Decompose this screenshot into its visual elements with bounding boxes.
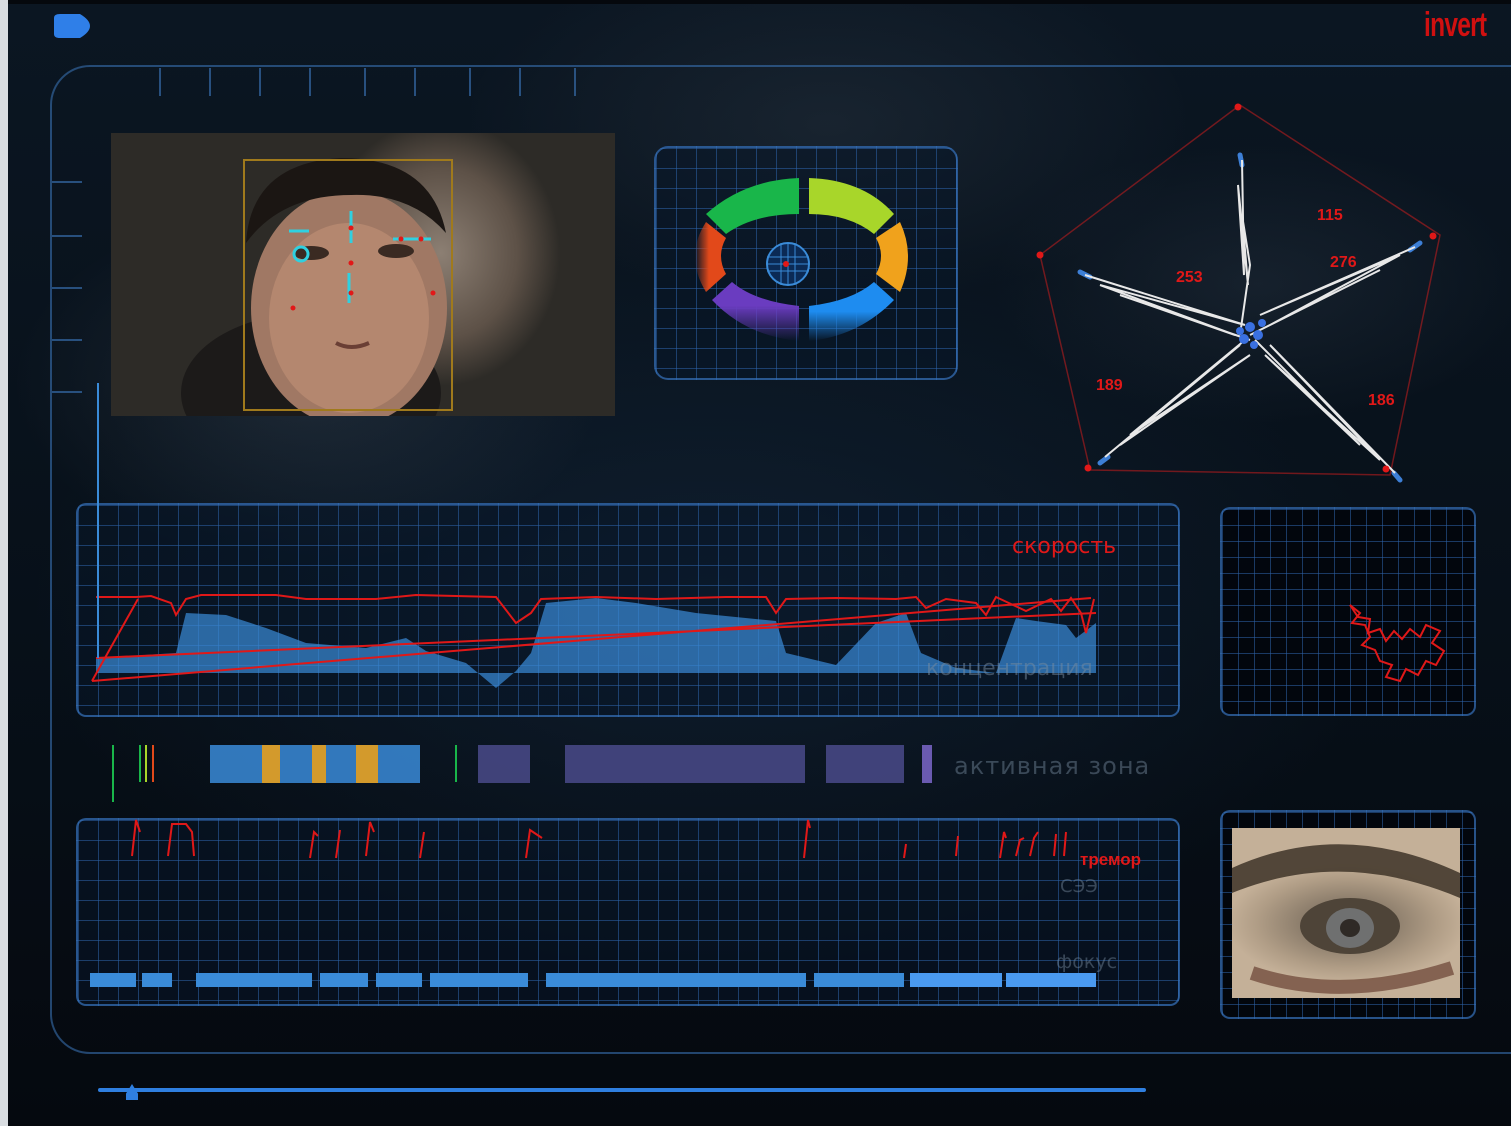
active-zone-bars xyxy=(112,745,932,802)
star-value-4: 189 xyxy=(1096,377,1123,394)
star-plot: 115 276 186 189 253 xyxy=(1036,103,1441,483)
wheel-segment-red xyxy=(695,222,726,292)
top-ruler xyxy=(159,68,576,96)
blue-tab-icon[interactable] xyxy=(52,14,92,40)
focus-label: фокус xyxy=(1056,951,1117,973)
timeline-track[interactable] xyxy=(98,1088,1146,1092)
trace-path xyxy=(1349,604,1446,683)
speed-label: скорость xyxy=(1012,534,1116,559)
star-arms xyxy=(1084,159,1416,474)
tremor-chart: тремор СЭЭ фокус xyxy=(90,819,1141,987)
focus-bar xyxy=(90,973,1096,987)
wheel-segment-blue xyxy=(809,282,894,341)
eye-closeup-feed xyxy=(1232,828,1460,998)
star-value-3: 186 xyxy=(1368,392,1395,409)
emotion-wheel[interactable] xyxy=(654,146,954,376)
eeg-label: СЭЭ xyxy=(1060,876,1098,897)
wheel-segment-green xyxy=(706,178,799,234)
eye-illustration xyxy=(1232,844,1460,994)
wheel-segment-yellow xyxy=(809,178,894,234)
concentration-label: концентрация xyxy=(926,656,1093,681)
star-value-2: 276 xyxy=(1330,254,1357,271)
star-value-5: 253 xyxy=(1176,269,1203,286)
tremor-label: тремор xyxy=(1080,850,1141,869)
tremor-spikes xyxy=(131,819,1067,859)
invert-button[interactable]: invert xyxy=(1424,6,1487,45)
face-tracking-overlay xyxy=(243,159,453,411)
wheel-segment-purple xyxy=(712,282,799,341)
speed-chart: скорость концентрация xyxy=(91,383,1116,688)
left-edge xyxy=(0,0,8,1126)
left-ruler xyxy=(52,181,82,393)
active-zone-label: активная зона xyxy=(954,752,1151,780)
face-video-feed xyxy=(111,133,615,416)
star-value-1: 115 xyxy=(1317,207,1343,224)
target-icon xyxy=(766,242,810,286)
wheel-segment-orange xyxy=(876,222,908,292)
